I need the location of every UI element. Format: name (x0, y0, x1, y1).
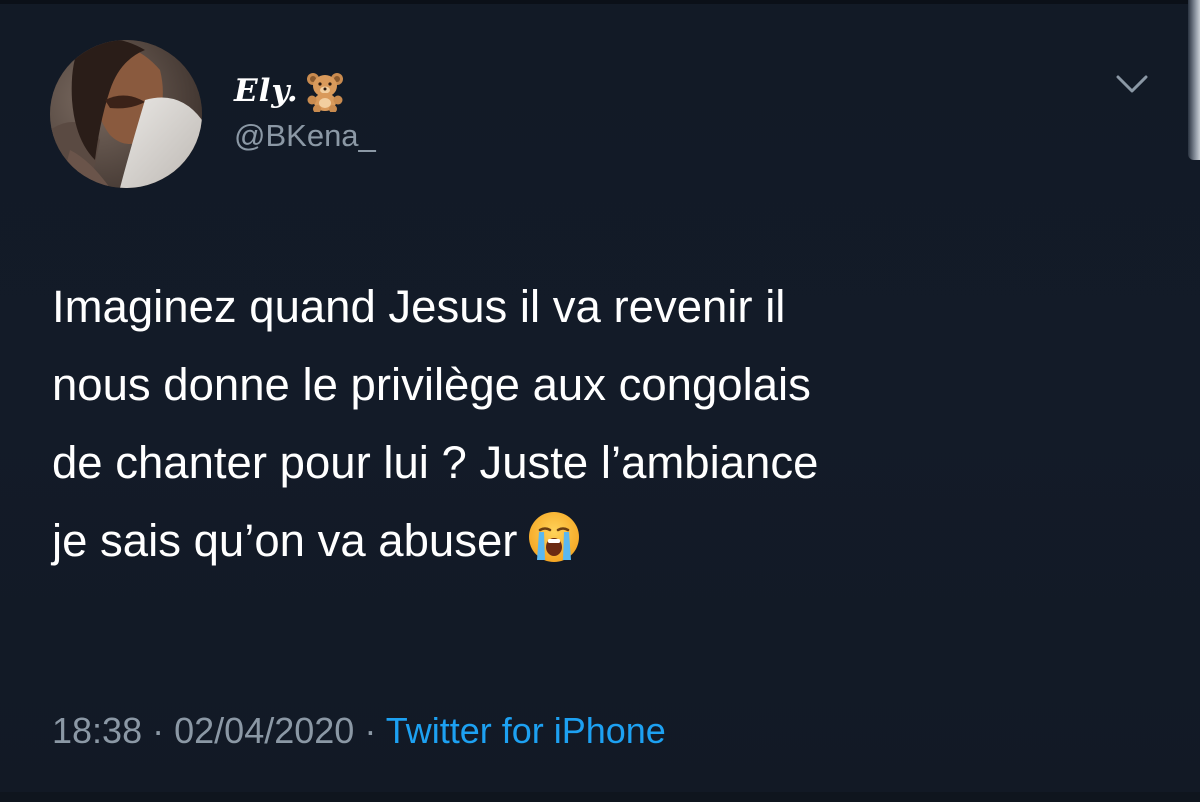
tweet-text-line: je sais qu’on va abuser (52, 515, 518, 566)
user-handle[interactable]: @BKena_ (234, 118, 376, 154)
meta-separator: · (364, 710, 377, 751)
tweet-text-line: Imaginez quand Jesus il va revenir il (52, 281, 786, 332)
tweet-text-line-last: je sais qu’on va abuser (52, 502, 1162, 580)
avatar-image (50, 40, 202, 188)
loudly-crying-face-icon (527, 510, 581, 564)
scrollbar[interactable] (1188, 0, 1200, 160)
avatar[interactable] (50, 40, 202, 188)
tweet-text: Imaginez quand Jesus il va revenir il no… (52, 268, 1162, 580)
meta-separator: · (152, 710, 165, 751)
tweet-text-line: nous donne le privilège aux congolais (52, 359, 811, 410)
teddy-bear-icon (303, 70, 347, 113)
chevron-down-icon[interactable] (1112, 68, 1152, 100)
tweet-screen: Ely. @BKena_ Imaginez quand Jesus il va … (0, 0, 1200, 802)
tweet-time[interactable]: 18:38 (52, 710, 142, 751)
tweet-text-line: de chanter pour lui ? Juste l’ambiance (52, 437, 819, 488)
tweet-meta: 18:38 · 02/04/2020 · Twitter for iPhone (52, 710, 666, 752)
display-name-text: Ely. (234, 73, 299, 109)
top-edge (0, 0, 1200, 4)
tweet-date[interactable]: 02/04/2020 (174, 710, 354, 751)
bottom-edge (0, 792, 1200, 802)
display-name[interactable]: Ely. (234, 70, 347, 113)
tweet-source-link[interactable]: Twitter for iPhone (386, 710, 666, 751)
